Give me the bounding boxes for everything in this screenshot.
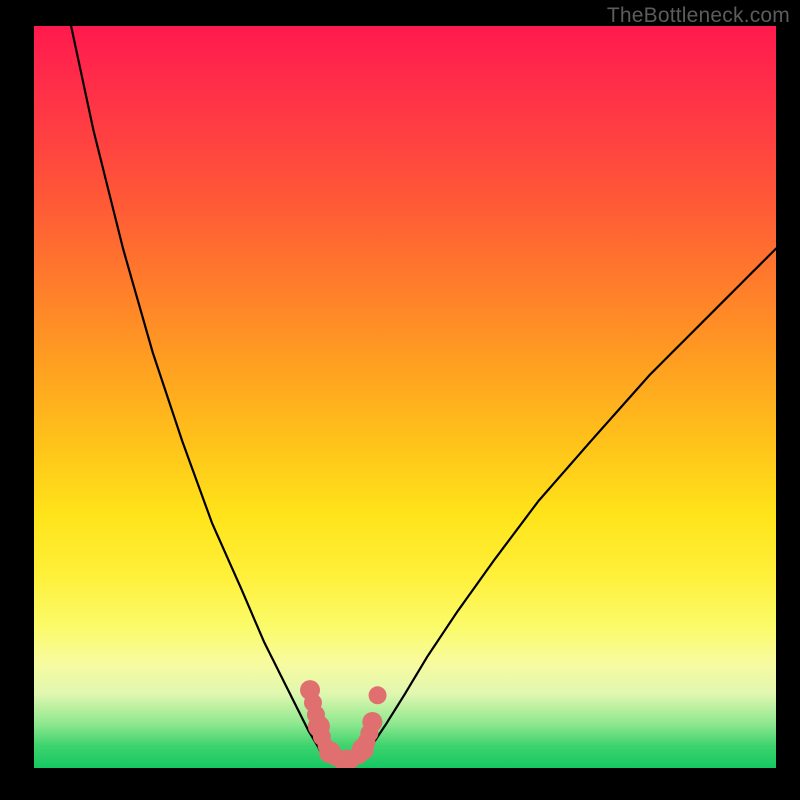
watermark-text: TheBottleneck.com bbox=[607, 4, 790, 28]
curve-layer bbox=[34, 26, 776, 768]
marker-dot bbox=[362, 712, 382, 732]
curve-lines bbox=[71, 26, 776, 764]
chart-frame: TheBottleneck.com bbox=[0, 0, 800, 800]
marker-dots bbox=[300, 680, 387, 768]
bottleneck-curve bbox=[71, 26, 776, 764]
plot-area bbox=[34, 26, 776, 768]
marker-dot bbox=[369, 686, 387, 704]
